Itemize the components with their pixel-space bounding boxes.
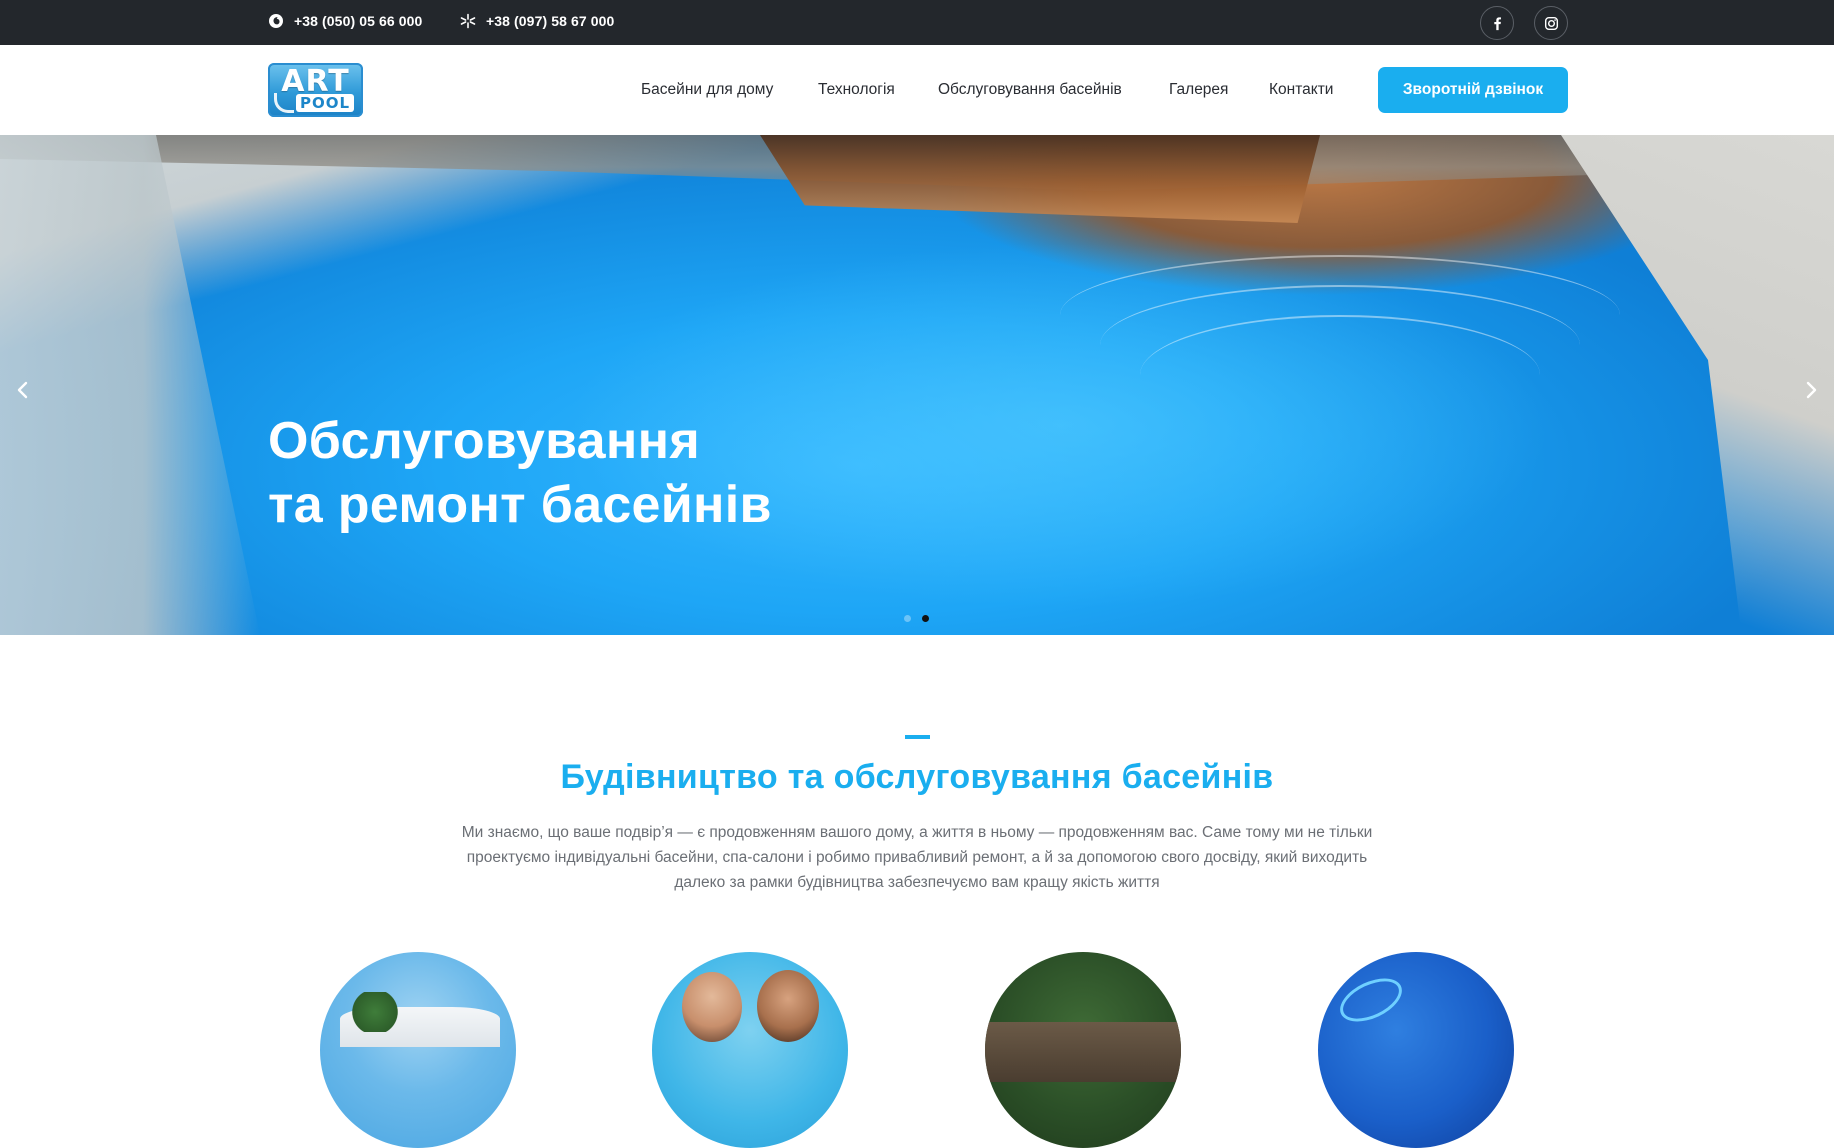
slider-next-button[interactable]: [1796, 375, 1826, 405]
feature-image-construction[interactable]: [985, 952, 1181, 1148]
hero-title: Обслуговування та ремонт басейнів: [268, 409, 772, 537]
slider-pagination: [904, 615, 929, 622]
nav-item-technology[interactable]: Технологія: [818, 81, 895, 99]
instagram-icon: [1544, 16, 1558, 30]
section-description: Ми знаємо, що ваше подвір’я — є продовже…: [461, 824, 1373, 891]
main-header: ART POOL Басейни для дому Технологія Обс…: [0, 45, 1834, 135]
nav-item-gallery[interactable]: Галерея: [1169, 81, 1228, 99]
pool-step-line: [1140, 315, 1540, 515]
section-title: Будівництво та обслуговування басейнів: [560, 758, 1274, 796]
feature-image-pool-cleaning[interactable]: [1318, 952, 1514, 1148]
slider-dot-2[interactable]: [922, 615, 929, 622]
section-accent-bar: [905, 735, 930, 739]
phone-link-kyivstar[interactable]: +38 (097) 58 67 000: [460, 13, 614, 29]
phone-number-2: +38 (097) 58 67 000: [486, 13, 615, 29]
nav-item-contacts[interactable]: Контакти: [1269, 81, 1333, 99]
chevron-left-icon: [17, 381, 28, 399]
hero-slider: Обслуговування та ремонт басейнів: [0, 135, 1834, 635]
feature-image-villa[interactable]: [320, 952, 516, 1148]
artpool-logo[interactable]: ART POOL: [268, 63, 363, 117]
slider-prev-button[interactable]: [8, 375, 38, 405]
instagram-link[interactable]: [1534, 6, 1568, 40]
slider-dot-1[interactable]: [904, 615, 911, 622]
callback-button[interactable]: Зворотній дзвінок: [1378, 67, 1568, 113]
facebook-link[interactable]: [1480, 6, 1514, 40]
vodafone-icon: [269, 14, 283, 28]
logo-pool-text: POOL: [296, 94, 354, 112]
phone-link-vodafone[interactable]: +38 (050) 05 66 000: [268, 13, 422, 29]
feature-image-family[interactable]: [652, 952, 848, 1148]
kyivstar-icon: [460, 13, 476, 29]
top-bar: +38 (050) 05 66 000 +38 (097) 58 67 000: [0, 0, 1834, 45]
nav-item-pools-for-home[interactable]: Басейни для дому: [641, 81, 773, 99]
nav-item-pool-service[interactable]: Обслуговування басейнів: [938, 81, 1122, 99]
chevron-right-icon: [1806, 381, 1817, 399]
phone-number-1: +38 (050) 05 66 000: [294, 13, 423, 29]
hero-title-line-1: Обслуговування: [268, 412, 700, 470]
hero-title-line-2: та ремонт басейнів: [268, 476, 772, 534]
facebook-icon: [1493, 16, 1501, 30]
